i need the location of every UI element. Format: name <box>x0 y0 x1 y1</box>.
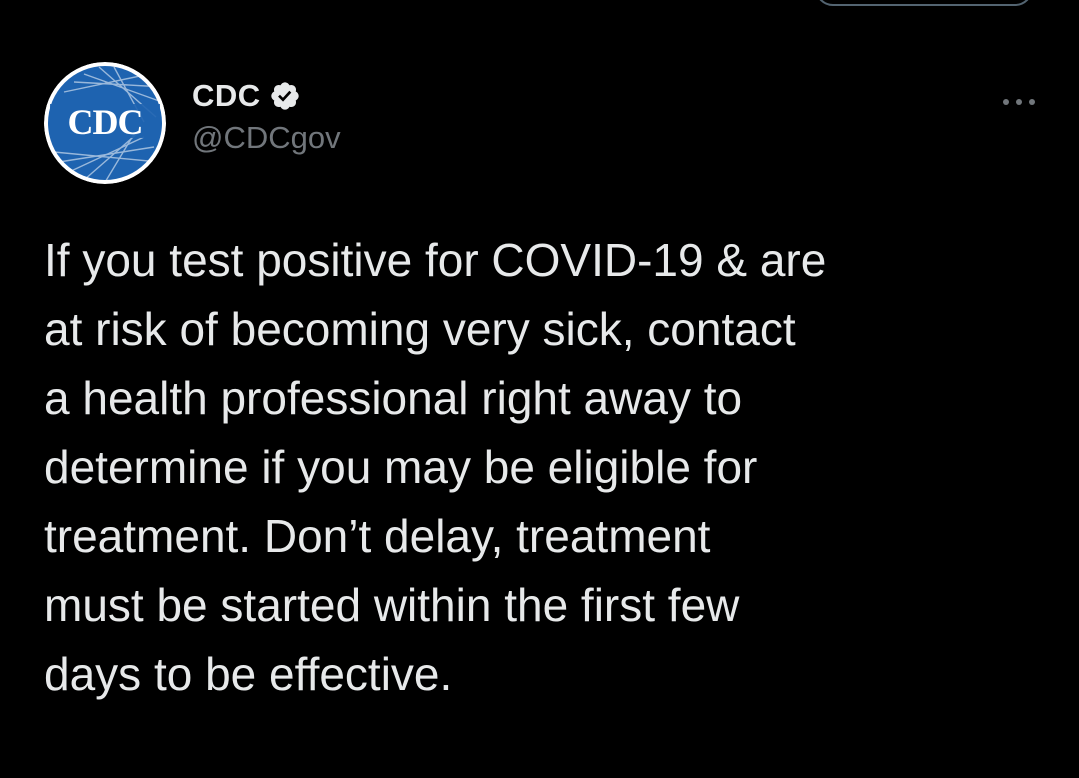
follow-button-edge[interactable] <box>815 0 1033 6</box>
tweet-line: days to be effective. <box>44 648 453 700</box>
tweet-line: at risk of becoming very sick, contact <box>44 303 796 355</box>
more-dot <box>1029 99 1035 105</box>
more-options-icon[interactable] <box>999 90 1039 114</box>
tweet-text: If you test positive for COVID-19 & are … <box>44 226 1054 709</box>
avatar-text: CDC <box>68 102 143 142</box>
author-info: CDC @CDCgov <box>192 76 341 156</box>
tweet-line: must be started within the first few <box>44 579 740 631</box>
verified-badge-icon <box>269 80 301 112</box>
avatar[interactable]: CDC <box>44 62 166 184</box>
display-name[interactable]: CDC <box>192 78 261 114</box>
tweet-line: treatment. Don’t delay, treatment <box>44 510 711 562</box>
cdc-logo-icon: CDC <box>44 62 166 184</box>
more-dot <box>1003 99 1009 105</box>
tweet-header: CDC CDC @CDCgov <box>44 62 1039 187</box>
tweet-line: a health professional right away to <box>44 372 743 424</box>
name-row: CDC <box>192 76 341 116</box>
more-dot <box>1016 99 1022 105</box>
tweet-line: If you test positive for COVID-19 & are <box>44 234 827 286</box>
handle[interactable]: @CDCgov <box>192 120 341 156</box>
tweet-line: determine if you may be eligible for <box>44 441 758 493</box>
